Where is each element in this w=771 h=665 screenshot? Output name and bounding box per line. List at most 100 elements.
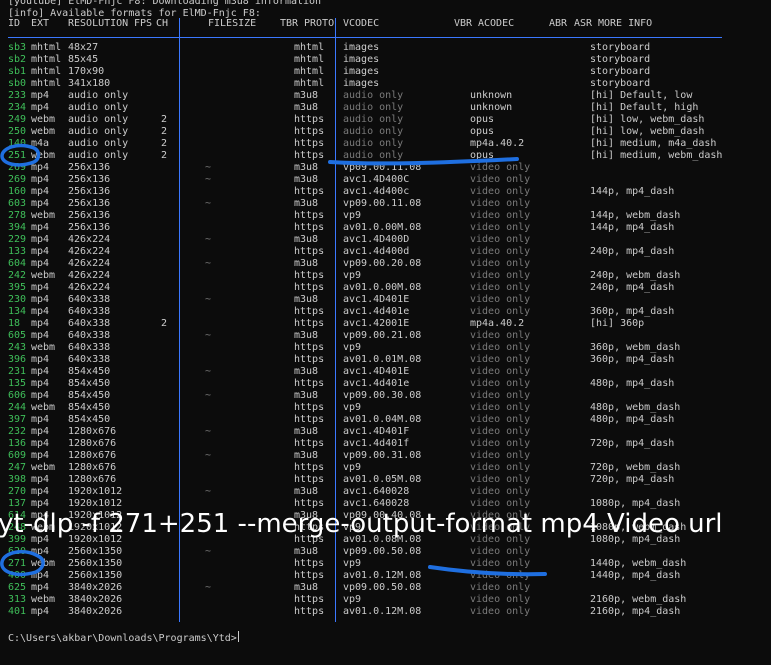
cell-acodec: video only bbox=[470, 330, 531, 341]
cell-id: 250 bbox=[8, 126, 27, 137]
cell-ext: mp4 bbox=[31, 90, 50, 101]
cell-acodec: video only bbox=[470, 438, 531, 449]
cell-proto: https bbox=[294, 210, 325, 221]
cell-res: 256x136 bbox=[68, 162, 111, 173]
cell-ext: webm bbox=[31, 594, 56, 605]
cell-proto: m3u8 bbox=[294, 102, 319, 113]
column-header: RESOLUTION bbox=[68, 18, 129, 29]
cell-acodec: video only bbox=[470, 462, 531, 473]
cell-ext: mp4 bbox=[31, 582, 50, 593]
cell-res: 426x224 bbox=[68, 270, 111, 281]
cell-acodec: video only bbox=[470, 306, 531, 317]
column-header: VBR bbox=[454, 18, 473, 29]
cell-proto: https bbox=[294, 114, 325, 125]
cell-proto: mhtml bbox=[294, 66, 325, 77]
cell-info: [hi] low, webm_dash bbox=[590, 126, 705, 137]
cell-ext: m4a bbox=[31, 138, 50, 149]
cell-ext: webm bbox=[31, 270, 56, 281]
cell-id: 400 bbox=[8, 570, 27, 581]
cell-tilde: ~ bbox=[205, 582, 212, 593]
cell-tilde: ~ bbox=[205, 366, 212, 377]
cell-vcodec: avc1.640028 bbox=[343, 486, 410, 497]
cell-vcodec: audio only bbox=[343, 150, 404, 161]
cell-ext: webm bbox=[31, 126, 56, 137]
cell-res: 341x180 bbox=[68, 78, 111, 89]
cell-id: sb1 bbox=[8, 66, 27, 77]
column-header: ID bbox=[8, 18, 21, 29]
cell-res: 256x136 bbox=[68, 186, 111, 197]
cell-vcodec: images bbox=[343, 66, 380, 77]
cell-res: audio only bbox=[68, 114, 129, 125]
cell-res: 1920x1012 bbox=[68, 486, 123, 497]
cell-id: 134 bbox=[8, 306, 27, 317]
cell-ext: mp4 bbox=[31, 366, 50, 377]
cell-id: 625 bbox=[8, 582, 27, 593]
cell-info: 240p, mp4_dash bbox=[590, 282, 675, 293]
cell-res: 426x224 bbox=[68, 246, 111, 257]
cell-acodec: video only bbox=[470, 414, 531, 425]
cell-proto: m3u8 bbox=[294, 162, 319, 173]
column-header: CH bbox=[156, 18, 169, 29]
cell-vcodec: av01.0.05M.08 bbox=[343, 474, 422, 485]
cell-id: 398 bbox=[8, 474, 27, 485]
cell-id: 278 bbox=[8, 210, 27, 221]
cell-vcodec: avc1.4d400c bbox=[343, 186, 410, 197]
cell-vcodec: vp9 bbox=[343, 402, 362, 413]
cell-acodec: video only bbox=[470, 342, 531, 353]
cell-proto: https bbox=[294, 606, 325, 617]
cell-ch: 2 bbox=[161, 150, 168, 161]
cell-info: 360p, mp4_dash bbox=[590, 354, 675, 365]
cell-acodec: video only bbox=[470, 186, 531, 197]
cell-id: sb2 bbox=[8, 54, 27, 65]
cell-acodec: opus bbox=[470, 126, 495, 137]
cell-ch: 2 bbox=[161, 126, 168, 137]
cell-ch: 2 bbox=[161, 318, 168, 329]
cell-proto: https bbox=[294, 150, 325, 161]
cell-vcodec: vp09.00.50.08 bbox=[343, 546, 422, 557]
cell-res: 1280x676 bbox=[68, 426, 117, 437]
cell-id: 233 bbox=[8, 90, 27, 101]
cell-acodec: video only bbox=[470, 258, 531, 269]
cell-tilde: ~ bbox=[205, 294, 212, 305]
cell-proto: mhtml bbox=[294, 54, 325, 65]
terminal-window[interactable]: [youtube] ElMD-Fnjc F8: Downloading m3u8… bbox=[0, 0, 771, 665]
cell-proto: https bbox=[294, 402, 325, 413]
cell-id: sb0 bbox=[8, 78, 27, 89]
cell-vcodec: av01.0.00M.08 bbox=[343, 282, 422, 293]
cell-tilde: ~ bbox=[205, 450, 212, 461]
cell-id: 269 bbox=[8, 174, 27, 185]
cell-vcodec: avc1.4d401e bbox=[343, 378, 410, 389]
cell-res: audio only bbox=[68, 90, 129, 101]
cell-proto: m3u8 bbox=[294, 486, 319, 497]
cell-acodec: video only bbox=[470, 582, 531, 593]
cell-proto: https bbox=[294, 414, 325, 425]
cell-vcodec: images bbox=[343, 78, 380, 89]
cell-res: audio only bbox=[68, 126, 129, 137]
cell-id: 232 bbox=[8, 426, 27, 437]
cell-acodec: video only bbox=[470, 594, 531, 605]
cell-res: 640x338 bbox=[68, 306, 111, 317]
column-header: PROTO bbox=[304, 18, 335, 29]
cell-proto: https bbox=[294, 318, 325, 329]
cell-id: 313 bbox=[8, 594, 27, 605]
cell-acodec: video only bbox=[470, 162, 531, 173]
cell-vcodec: vp9 bbox=[343, 270, 362, 281]
cell-id: 394 bbox=[8, 222, 27, 233]
cell-info: [hi] medium, webm_dash bbox=[590, 150, 723, 161]
cell-proto: m3u8 bbox=[294, 366, 319, 377]
cell-info: 720p, mp4_dash bbox=[590, 474, 675, 485]
cell-proto: m3u8 bbox=[294, 390, 319, 401]
cell-ext: mp4 bbox=[31, 162, 50, 173]
cell-info: [hi] medium, m4a_dash bbox=[590, 138, 717, 149]
cell-vcodec: avc1.4d401e bbox=[343, 306, 410, 317]
cell-ext: mp4 bbox=[31, 306, 50, 317]
cell-id: 133 bbox=[8, 246, 27, 257]
cell-vcodec: audio only bbox=[343, 126, 404, 137]
cell-proto: m3u8 bbox=[294, 234, 319, 245]
cell-res: 256x136 bbox=[68, 210, 111, 221]
cell-info: storyboard bbox=[590, 42, 651, 53]
cell-proto: m3u8 bbox=[294, 174, 319, 185]
command-prompt[interactable]: C:\Users\akbar\Downloads\Programs\Ytd> bbox=[8, 631, 239, 645]
cell-proto: https bbox=[294, 126, 325, 137]
cell-ext: mp4 bbox=[31, 186, 50, 197]
